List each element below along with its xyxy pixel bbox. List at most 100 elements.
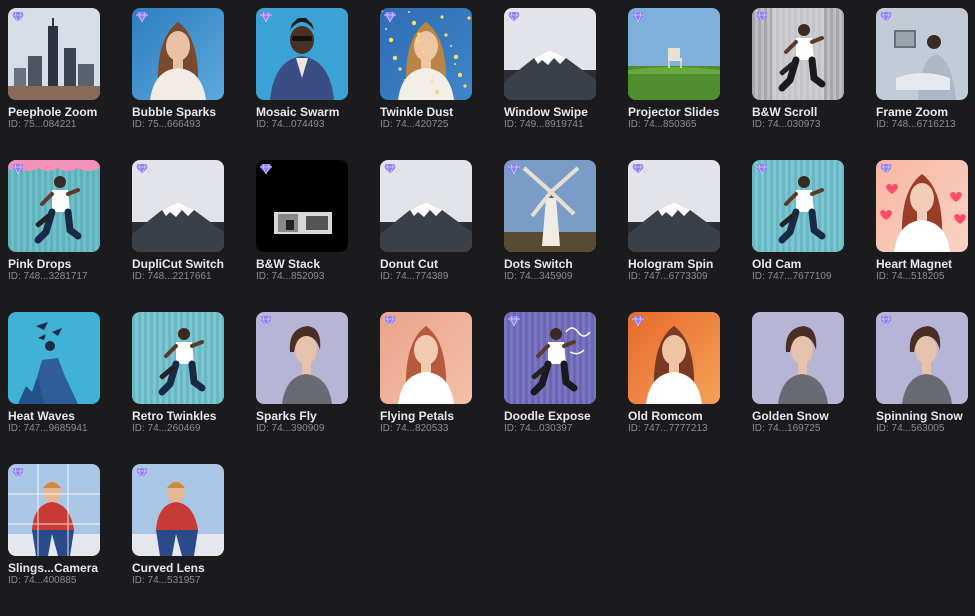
effect-card-doodle-expose[interactable]: Doodle Expose ID: 74...030397 — [504, 312, 596, 464]
effect-title: Bubble Sparks — [132, 105, 217, 119]
effect-title: Pink Drops — [8, 257, 72, 271]
effect-id: ID: 74...400885 — [8, 575, 77, 586]
effect-card-donut-cut[interactable]: Donut Cut ID: 74...774389 — [380, 160, 472, 312]
effect-card-b-w-scroll[interactable]: B&W Scroll ID: 74...030973 — [752, 8, 844, 160]
thumbnail-image — [752, 312, 844, 404]
premium-gem-icon — [756, 12, 768, 22]
effect-title: DupliCut Switch — [132, 257, 224, 271]
premium-gem-icon — [508, 316, 520, 326]
effect-id: ID: 748...3281717 — [8, 271, 88, 282]
effect-thumbnail[interactable] — [752, 160, 844, 252]
effect-card-projector-slides[interactable]: Projector Slides ID: 74...850365 — [628, 8, 720, 160]
effect-thumbnail[interactable] — [752, 312, 844, 404]
effect-card-peephole-zoom[interactable]: Peephole Zoom ID: 75...084221 — [8, 8, 100, 160]
effect-thumbnail[interactable] — [504, 8, 596, 100]
effect-id: ID: 74...850365 — [628, 119, 697, 130]
effect-card-b-w-stack[interactable]: B&W Stack ID: 74...852093 — [256, 160, 348, 312]
effect-thumbnail[interactable] — [132, 464, 224, 556]
effect-title: Projector Slides — [628, 105, 720, 119]
effect-thumbnail[interactable] — [504, 160, 596, 252]
effect-thumbnail[interactable] — [876, 8, 968, 100]
effect-thumbnail[interactable] — [132, 312, 224, 404]
premium-gem-icon — [880, 12, 892, 22]
effect-title: Heat Waves — [8, 409, 75, 423]
premium-gem-icon — [632, 164, 644, 174]
effect-thumbnail[interactable] — [504, 312, 596, 404]
effect-thumbnail[interactable] — [256, 160, 348, 252]
effect-card-flying-petals[interactable]: Flying Petals ID: 74...820533 — [380, 312, 472, 464]
effect-thumbnail[interactable] — [380, 312, 472, 404]
premium-gem-icon — [632, 316, 644, 326]
effect-id: ID: 74...345909 — [504, 271, 573, 282]
effect-title: Golden Snow — [752, 409, 829, 423]
effect-card-curved-lens[interactable]: Curved Lens ID: 74...531957 — [132, 464, 224, 616]
effect-thumbnail[interactable] — [8, 160, 100, 252]
effect-card-bubble-sparks[interactable]: Bubble Sparks ID: 75...666493 — [132, 8, 224, 160]
effect-thumbnail[interactable] — [628, 312, 720, 404]
premium-gem-icon — [136, 468, 148, 478]
effect-id: ID: 74...852093 — [256, 271, 325, 282]
effect-title: Old Romcom — [628, 409, 703, 423]
premium-gem-icon — [260, 164, 272, 174]
effect-id: ID: 74...420725 — [380, 119, 449, 130]
effect-card-spinning-snow[interactable]: Spinning Snow ID: 74...563005 — [876, 312, 968, 464]
effect-thumbnail[interactable] — [628, 8, 720, 100]
effect-title: Heart Magnet — [876, 257, 953, 271]
premium-gem-icon — [136, 164, 148, 174]
premium-gem-icon — [12, 12, 24, 22]
effect-card-hologram-spin[interactable]: Hologram Spin ID: 747...6773309 — [628, 160, 720, 312]
effect-thumbnail[interactable] — [628, 160, 720, 252]
premium-gem-icon — [632, 12, 644, 22]
effect-card-heart-magnet[interactable]: Heart Magnet ID: 74...518205 — [876, 160, 968, 312]
effect-card-old-cam[interactable]: Old Cam ID: 747...7677109 — [752, 160, 844, 312]
effect-card-dots-switch[interactable]: Dots Switch ID: 74...345909 — [504, 160, 596, 312]
effect-card-twinkle-dust[interactable]: Twinkle Dust ID: 74...420725 — [380, 8, 472, 160]
effect-thumbnail[interactable] — [256, 8, 348, 100]
effect-title: Mosaic Swarm — [256, 105, 340, 119]
effect-thumbnail[interactable] — [876, 160, 968, 252]
premium-gem-icon — [136, 12, 148, 22]
premium-gem-icon — [880, 316, 892, 326]
effect-thumbnail[interactable] — [8, 464, 100, 556]
premium-gem-icon — [12, 164, 24, 174]
effect-thumbnail[interactable] — [8, 8, 100, 100]
effects-grid: Peephole Zoom ID: 75...084221 Bubble Spa… — [8, 8, 968, 616]
effect-card-sparks-fly[interactable]: Sparks Fly ID: 74...390909 — [256, 312, 348, 464]
effect-title: Sparks Fly — [256, 409, 317, 423]
premium-gem-icon — [260, 316, 272, 326]
effect-card-frame-zoom[interactable]: Frame Zoom ID: 748...6716213 — [876, 8, 968, 160]
effect-thumbnail[interactable] — [256, 312, 348, 404]
effect-title: Retro Twinkles — [132, 409, 217, 423]
effect-title: B&W Scroll — [752, 105, 818, 119]
effect-thumbnail[interactable] — [876, 312, 968, 404]
effect-id: ID: 749...8919741 — [504, 119, 584, 130]
premium-gem-icon — [384, 164, 396, 174]
thumbnail-image — [132, 312, 224, 404]
effect-title: Slings...Camera — [8, 561, 99, 575]
effect-thumbnail[interactable] — [8, 312, 100, 404]
effect-card-duplicut-switch[interactable]: DupliCut Switch ID: 748...2217661 — [132, 160, 224, 312]
effect-thumbnail[interactable] — [132, 8, 224, 100]
effect-title: Curved Lens — [132, 561, 205, 575]
effect-title: Window Swipe — [504, 105, 588, 119]
effect-card-pink-drops[interactable]: Pink Drops ID: 748...3281717 — [8, 160, 100, 312]
effect-card-window-swipe[interactable]: Window Swipe ID: 749...8919741 — [504, 8, 596, 160]
effect-card-old-romcom[interactable]: Old Romcom ID: 747...7777213 — [628, 312, 720, 464]
premium-gem-icon — [384, 12, 396, 22]
effect-card-mosaic-swarm[interactable]: Mosaic Swarm ID: 74...074493 — [256, 8, 348, 160]
effect-card-slings-camera[interactable]: Slings...Camera ID: 74...400885 — [8, 464, 100, 616]
effect-id: ID: 74...074493 — [256, 119, 325, 130]
premium-gem-icon — [756, 164, 768, 174]
effect-thumbnail[interactable] — [132, 160, 224, 252]
effect-card-retro-twinkles[interactable]: Retro Twinkles ID: 74...260469 — [132, 312, 224, 464]
effect-thumbnail[interactable] — [380, 8, 472, 100]
effect-thumbnail[interactable] — [380, 160, 472, 252]
effect-card-heat-waves[interactable]: Heat Waves ID: 747...9685941 — [8, 312, 100, 464]
effect-id: ID: 75...084221 — [8, 119, 77, 130]
effect-id: ID: 74...531957 — [132, 575, 201, 586]
effect-id: ID: 74...260469 — [132, 423, 201, 434]
effect-card-golden-snow[interactable]: Golden Snow ID: 74...169725 — [752, 312, 844, 464]
effect-thumbnail[interactable] — [752, 8, 844, 100]
effect-id: ID: 748...2217661 — [132, 271, 212, 282]
effect-id: ID: 75...666493 — [132, 119, 201, 130]
